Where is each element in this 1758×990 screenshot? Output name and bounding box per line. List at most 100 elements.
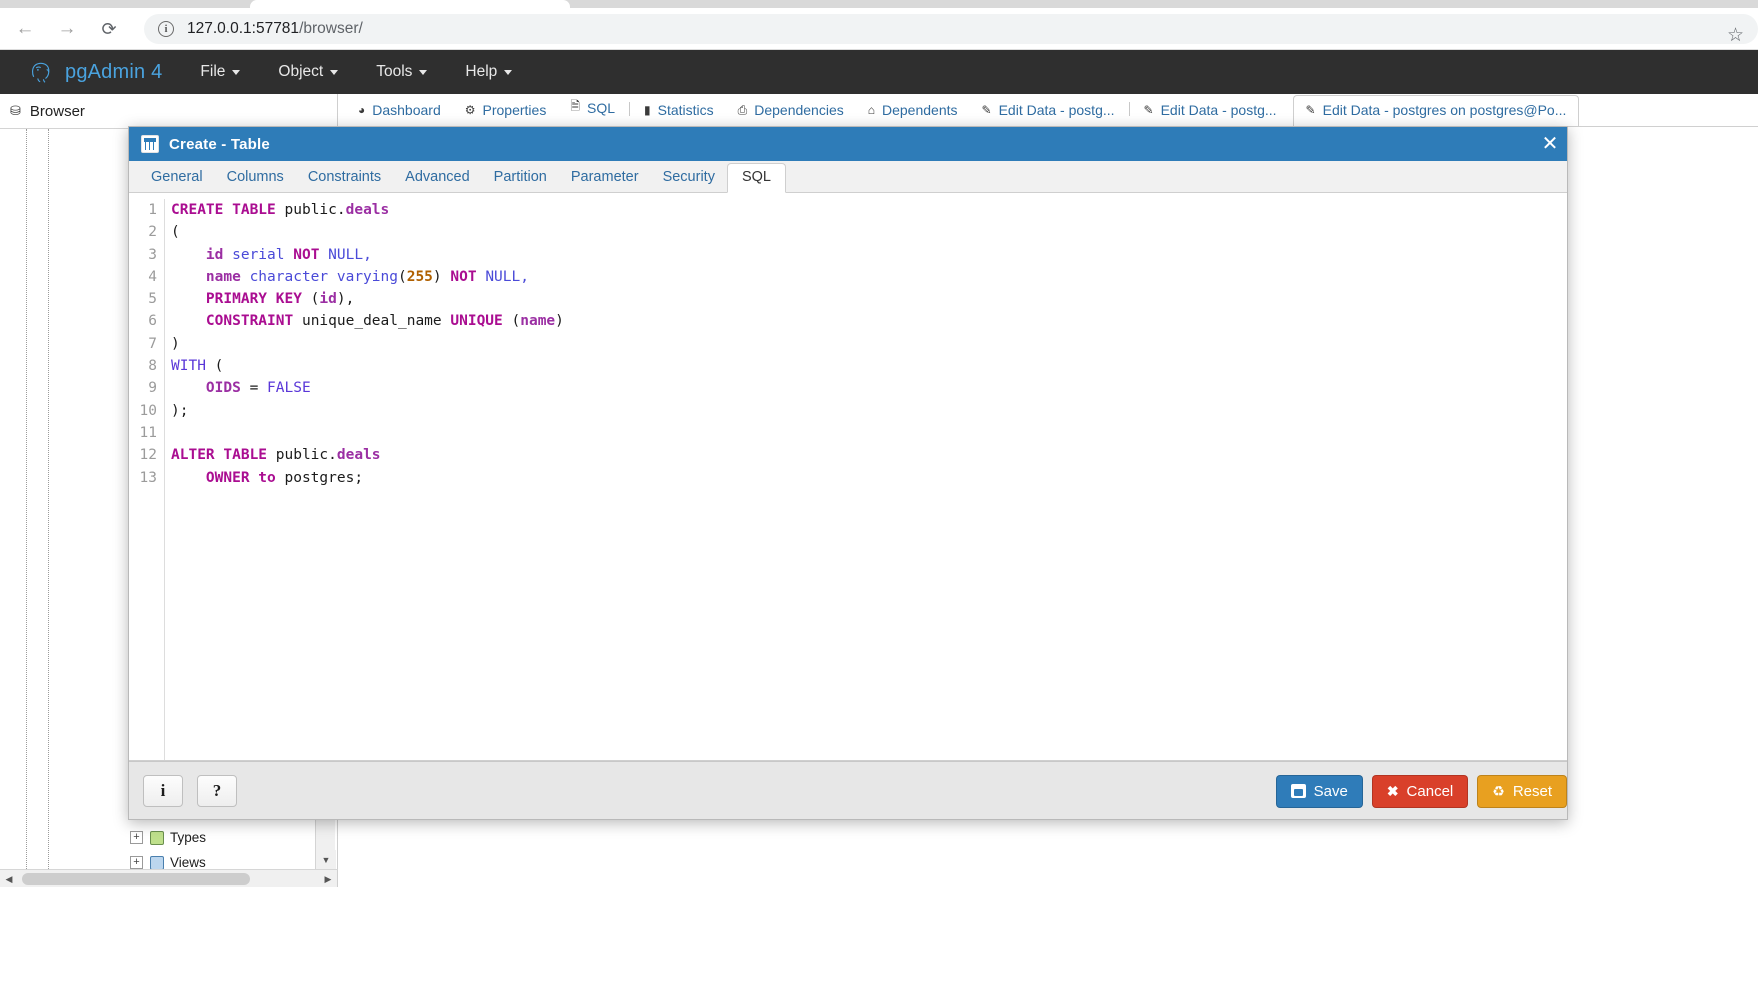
tab-label: General bbox=[151, 169, 203, 185]
browser-tabstrip bbox=[0, 0, 1758, 8]
tab-label: Dependencies bbox=[754, 102, 844, 118]
expander-plus-icon[interactable]: + bbox=[130, 856, 143, 869]
scrollbar-thumb[interactable] bbox=[22, 873, 250, 885]
sql-editor[interactable]: 1 2 3 4 5 6 7 8 9 10 11 12 13 CREATE TABLE public.de… bbox=[129, 193, 1567, 760]
dependents-icon: ⌂ bbox=[867, 103, 875, 117]
tab-dependents[interactable]: ⌂ Dependents bbox=[856, 102, 970, 126]
tab-sql[interactable]: SQL bbox=[726, 163, 786, 193]
browser-tab-active[interactable] bbox=[250, 0, 570, 8]
info-button[interactable]: i bbox=[143, 774, 183, 807]
tab-properties[interactable]: ⚙ Properties bbox=[453, 102, 559, 126]
line-number: 9 bbox=[148, 380, 157, 397]
info-circle-icon[interactable]: i bbox=[158, 20, 174, 37]
tab-label: Edit Data - postg... bbox=[998, 102, 1115, 118]
tab-advanced[interactable]: Advanced bbox=[393, 164, 482, 192]
code-token: ( bbox=[301, 291, 320, 308]
code-token: PRIMARY KEY bbox=[205, 291, 302, 308]
scroll-right-icon[interactable]: ▶ bbox=[319, 870, 337, 888]
cancel-button[interactable]: ✖ Cancel bbox=[1371, 774, 1469, 808]
code-line: name character varying(255) NOT NULL, bbox=[171, 266, 1567, 288]
tab-dependencies[interactable]: ⎙ Dependencies bbox=[726, 102, 856, 126]
code-line: ); bbox=[171, 400, 1567, 422]
tab-label: SQL bbox=[741, 169, 771, 185]
code-token: ( bbox=[171, 224, 180, 241]
object-tabbar: ◕ Dashboard ⚙ Properties 🗎 SQL ▮ Statistics … bbox=[338, 94, 1758, 127]
browser-tree-icon: ⛁ bbox=[10, 103, 21, 118]
tab-edit-data-3[interactable]: ✎ Edit Data - postgres on postgres@Po... bbox=[1292, 95, 1580, 126]
tab-parameter[interactable]: Parameter bbox=[559, 164, 651, 192]
line-number: 5 bbox=[148, 291, 157, 308]
tab-sql[interactable]: 🗎 SQL bbox=[558, 97, 627, 126]
url-text: 127.0.0.1:57781/browser/ bbox=[187, 20, 363, 38]
code-token: ) bbox=[432, 268, 451, 285]
line-number: 2 bbox=[148, 224, 157, 241]
code-token: 255 bbox=[406, 268, 433, 285]
tree-guide-line bbox=[48, 129, 49, 869]
code-token: ), bbox=[336, 291, 355, 308]
arrow-left-icon[interactable]: ← bbox=[8, 12, 42, 46]
tab-columns[interactable]: Columns bbox=[215, 164, 296, 192]
code-token: name bbox=[520, 313, 556, 330]
tab-security[interactable]: Security bbox=[651, 164, 727, 192]
brand-area[interactable]: pgAdmin 4 bbox=[28, 59, 162, 85]
code-token: deals bbox=[345, 202, 390, 218]
properties-icon: ⚙ bbox=[464, 103, 476, 117]
chevron-down-icon bbox=[330, 69, 339, 75]
tab-label: Dashboard bbox=[372, 102, 441, 118]
sql-code[interactable]: CREATE TABLE public.deals( id serial NOT… bbox=[165, 199, 1567, 760]
scroll-left-icon[interactable]: ◀ bbox=[0, 870, 18, 888]
tab-label: Constraints bbox=[307, 169, 382, 185]
dashboard-icon: ◕ bbox=[358, 103, 366, 117]
tab-label: Dependents bbox=[882, 102, 958, 118]
reload-icon[interactable]: ⟳ bbox=[92, 12, 126, 46]
code-token: serial bbox=[223, 246, 294, 263]
dialog-titlebar[interactable]: Create - Table ✕ bbox=[129, 127, 1567, 161]
tab-edit-data-1[interactable]: ✎ Edit Data - postg... bbox=[970, 102, 1127, 126]
menu-object[interactable]: Object bbox=[278, 63, 339, 81]
tab-general[interactable]: General bbox=[139, 164, 215, 192]
tree-horizontal-scrollbar[interactable]: ◀ ▶ bbox=[0, 869, 338, 887]
tab-label: Statistics bbox=[657, 102, 714, 118]
tree-item-views[interactable]: + Views bbox=[130, 855, 206, 870]
tab-dashboard[interactable]: ◕ Dashboard bbox=[346, 102, 453, 126]
tab-constraints[interactable]: Constraints bbox=[296, 164, 393, 192]
pgadmin-navbar: pgAdmin 4 File Object Tools Help bbox=[0, 50, 1758, 94]
code-token: NOT bbox=[450, 268, 477, 285]
menu-tools[interactable]: Tools bbox=[376, 63, 428, 81]
menu-file[interactable]: File bbox=[200, 63, 241, 81]
close-icon[interactable]: ✕ bbox=[1533, 127, 1567, 161]
reset-button[interactable]: ♻ Reset bbox=[1477, 774, 1567, 808]
app-root: ← → ⟳ i 127.0.0.1:57781/browser/ ☆ pgAdm… bbox=[0, 0, 1758, 990]
tab-label: Edit Data - postg... bbox=[1160, 102, 1277, 118]
code-token: WITH bbox=[171, 358, 206, 375]
expander-plus-icon[interactable]: + bbox=[130, 831, 143, 844]
save-disk-icon bbox=[1290, 784, 1306, 798]
line-number: 8 bbox=[148, 358, 157, 375]
code-token: ) bbox=[171, 335, 180, 352]
address-bar[interactable]: i 127.0.0.1:57781/browser/ bbox=[144, 13, 1758, 44]
dependencies-icon: ⎙ bbox=[737, 102, 748, 117]
dialog-tabbar: General Columns Constraints Advanced Par… bbox=[129, 161, 1567, 193]
tab-separator bbox=[1128, 102, 1130, 116]
star-icon[interactable]: ☆ bbox=[1727, 24, 1744, 47]
scroll-down-icon[interactable]: ▼ bbox=[316, 850, 336, 869]
help-button[interactable]: ? bbox=[197, 774, 237, 807]
create-table-dialog: Create - Table ✕ General Columns Constra… bbox=[128, 126, 1568, 820]
save-button[interactable]: Save bbox=[1275, 774, 1363, 808]
tab-edit-data-2[interactable]: ✎ Edit Data - postg... bbox=[1132, 102, 1289, 126]
line-number: 11 bbox=[139, 424, 157, 441]
menu-help[interactable]: Help bbox=[465, 63, 513, 81]
url-path: /browser/ bbox=[299, 19, 363, 37]
edit-data-icon: ✎ bbox=[1305, 103, 1316, 117]
edit-data-icon: ✎ bbox=[1143, 103, 1154, 117]
code-token: CONSTRAINT bbox=[205, 313, 294, 330]
code-token: = bbox=[240, 380, 268, 397]
tab-statistics[interactable]: ▮ Statistics bbox=[632, 102, 726, 126]
tab-partition[interactable]: Partition bbox=[482, 164, 559, 192]
code-token: ( bbox=[205, 358, 224, 375]
tab-label: SQL bbox=[586, 99, 615, 116]
tree-item-types[interactable]: + Types bbox=[130, 830, 206, 845]
code-line: PRIMARY KEY (id), bbox=[171, 288, 1567, 310]
arrow-right-icon[interactable]: → bbox=[50, 12, 84, 46]
